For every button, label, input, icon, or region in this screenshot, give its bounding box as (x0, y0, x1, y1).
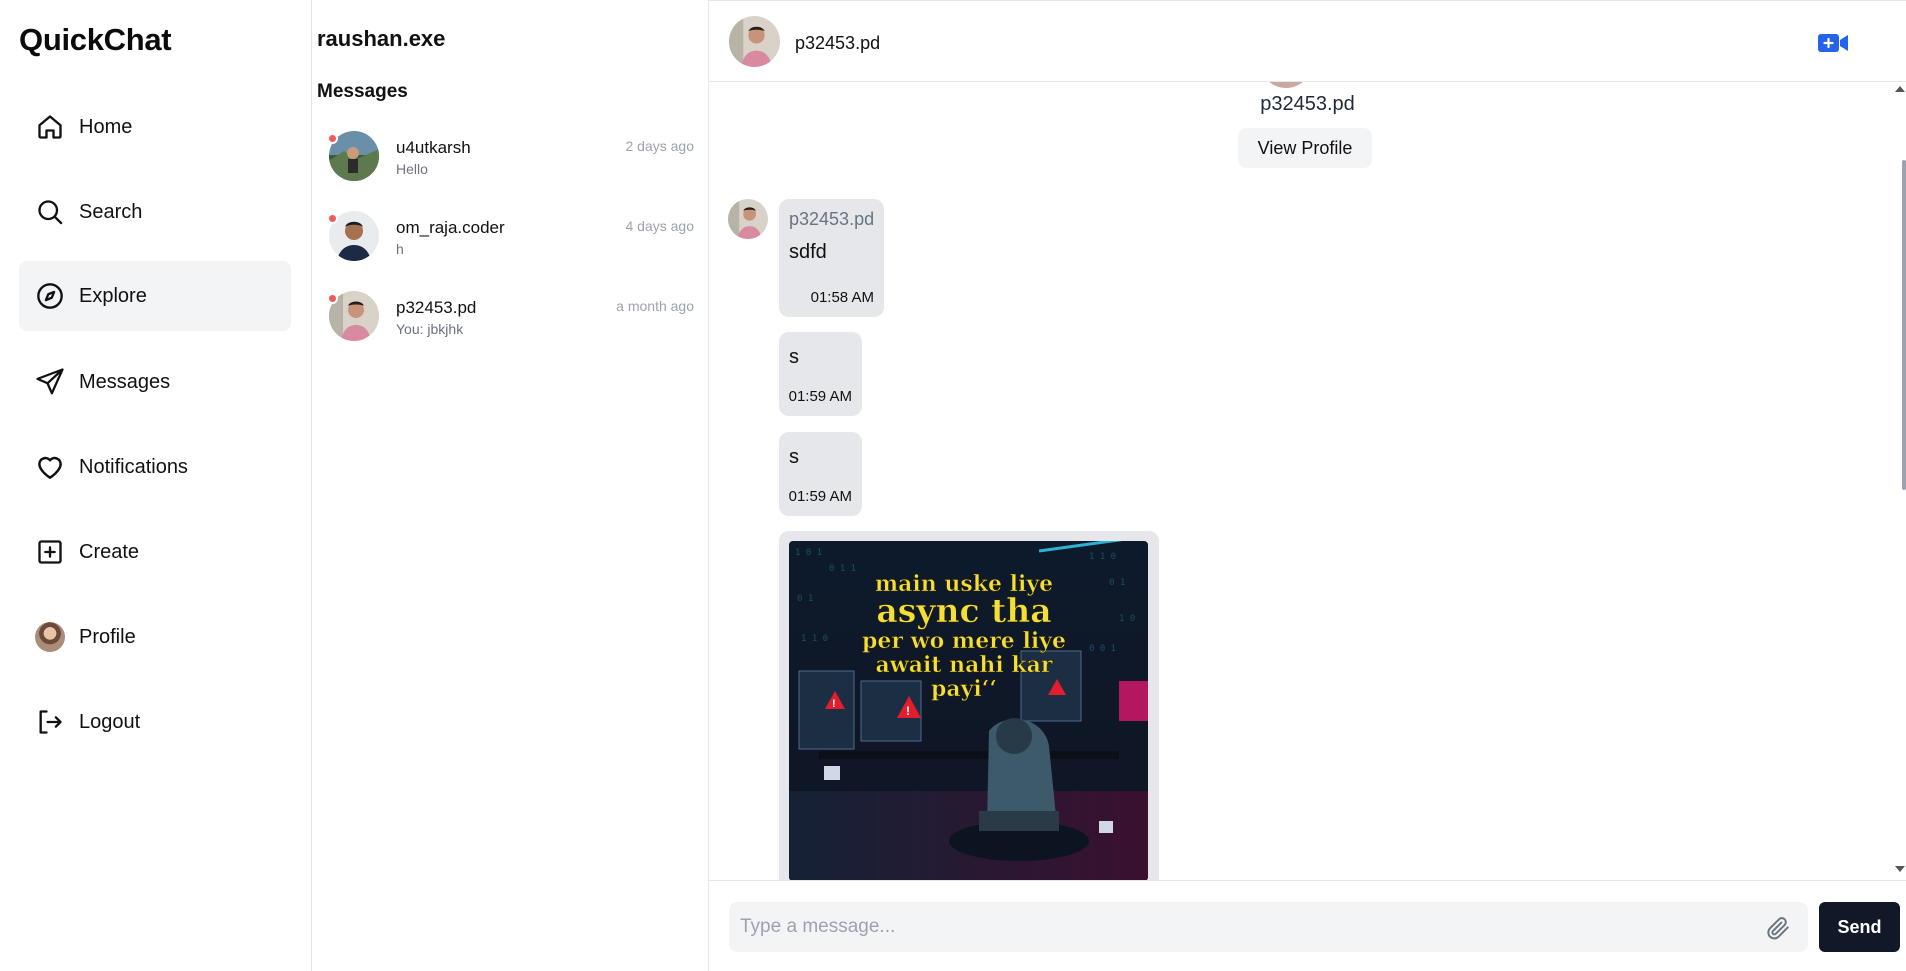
heart-icon (34, 451, 66, 483)
conversation-item[interactable]: u4utkarsh Hello 2 days ago (327, 131, 698, 197)
profile-avatar (1260, 82, 1312, 88)
message-text: s (789, 346, 799, 368)
profile-name: p32453.pd (1260, 93, 1355, 115)
logout-icon (34, 706, 66, 738)
profile-avatar (34, 621, 66, 653)
meme-image-graphic: 1 0 1 0 1 1 1 1 0 0 1 0 1 1 0 1 1 0 0 0 1 ! ! (789, 541, 1148, 880)
sidebar-nav: QuickChat Home Search Explore Messages N… (0, 0, 312, 971)
avatar (35, 622, 65, 652)
svg-text:1 0 1: 1 0 1 (795, 548, 822, 558)
conversation-name: u4utkarsh (396, 138, 471, 157)
brand-logo[interactable]: QuickChat (19, 22, 172, 58)
sidebar-item-notifications[interactable]: Notifications (19, 432, 291, 502)
compass-icon (34, 280, 66, 312)
sidebar-item-home[interactable]: Home (19, 92, 291, 162)
meme-text-line: await nahi kar (876, 652, 1053, 678)
scroll-down-arrow-icon[interactable] (1895, 866, 1905, 872)
sidebar-item-label: Create (79, 540, 140, 563)
sidebar-item-search[interactable]: Search (19, 177, 291, 247)
meme-image: 1 0 1 0 1 1 1 1 0 0 1 0 1 1 0 1 1 0 0 0 1 ! ! (789, 541, 1148, 880)
sidebar-item-label: Profile (79, 625, 136, 648)
current-username: raushan.exe (317, 26, 446, 51)
sidebar-item-logout[interactable]: Logout (19, 687, 291, 757)
svg-text:0 1 1: 0 1 1 (829, 564, 856, 574)
scroll-up-arrow-icon[interactable] (1895, 86, 1905, 92)
sidebar-item-label: Explore (79, 284, 147, 307)
message-bubble: s 01:59 AM (779, 332, 862, 416)
conversation-last-message: You: jbkjhk (396, 321, 464, 337)
sidebar-item-label: Notifications (79, 455, 188, 478)
plus-square-icon (34, 536, 66, 568)
sidebar-item-profile[interactable]: Profile (19, 602, 291, 672)
avatar (728, 199, 768, 239)
meme-text-line: payi‘‘ (931, 676, 997, 702)
svg-text:!: ! (906, 704, 910, 718)
message-time: 01:59 AM (788, 388, 852, 405)
sidebar-item-label: Home (79, 115, 133, 138)
conversation-time: 4 days ago (625, 218, 695, 234)
message-text: sdfd (789, 241, 827, 263)
paperclip-icon[interactable] (1765, 915, 1791, 941)
image-message[interactable]: 1 0 1 0 1 1 1 1 0 0 1 0 1 1 0 1 1 0 0 0 1 ! ! (779, 531, 1159, 880)
svg-text:0 0 1: 0 0 1 (1089, 644, 1116, 654)
conversation-item[interactable]: om_raja.coder h 4 days ago (327, 211, 698, 277)
messages-heading: Messages (317, 81, 408, 102)
svg-text:0 1: 0 1 (797, 594, 813, 604)
sidebar-item-label: Search (79, 200, 143, 223)
meme-text-line: async tha (876, 591, 1051, 630)
conversation-time: 2 days ago (625, 138, 695, 154)
chat-panel: p32453.pd p32453.pd View Profile p32453.… (709, 0, 1906, 971)
view-profile-button[interactable]: View Profile (1238, 128, 1372, 168)
svg-text:1 1 0: 1 1 0 (1089, 552, 1116, 562)
message-sender: p32453.pd (789, 209, 875, 229)
sidebar-item-messages[interactable]: Messages (19, 347, 291, 417)
conversation-name: p32453.pd (396, 298, 477, 317)
svg-text:1 0: 1 0 (1119, 614, 1135, 624)
send-icon (34, 366, 66, 398)
message-input[interactable] (729, 902, 1808, 952)
conversation-name: om_raja.coder (396, 218, 505, 237)
sidebar-item-label: Messages (79, 370, 171, 393)
video-call-icon[interactable] (1817, 31, 1849, 55)
svg-text:!: ! (832, 698, 836, 710)
chat-header: p32453.pd (709, 0, 1906, 82)
meme-text-line: per wo mere liye (862, 628, 1066, 654)
conversation-item[interactable]: p32453.pd You: jbkjhk a month ago (327, 291, 698, 357)
unread-indicator (327, 133, 338, 144)
search-icon (34, 196, 66, 228)
svg-text:1 1 0: 1 1 0 (801, 634, 828, 644)
message-time: 01:59 AM (788, 488, 852, 505)
home-icon (34, 111, 66, 143)
svg-text:0 1: 0 1 (1109, 578, 1125, 588)
unread-indicator (327, 213, 338, 224)
conversation-last-message: Hello (396, 161, 428, 177)
conversation-last-message: h (396, 241, 404, 257)
sidebar-item-explore[interactable]: Explore (19, 261, 291, 331)
message-time: 01:58 AM (810, 289, 874, 306)
messages-scroll-area[interactable]: p32453.pd View Profile p32453.pd sdfd 01… (709, 82, 1906, 880)
quickchat-app: QuickChat Home Search Explore Messages N… (0, 0, 1906, 971)
scrollbar-thumb[interactable] (1902, 160, 1906, 490)
unread-indicator (327, 293, 338, 304)
conversation-time: a month ago (616, 298, 694, 314)
chat-scrollbar[interactable] (1902, 82, 1906, 880)
chat-partner-name[interactable]: p32453.pd (795, 33, 880, 54)
avatar[interactable] (729, 16, 780, 67)
conversations-panel: raushan.exe Messages u4utkarsh Hello 2 d… (312, 0, 709, 971)
sidebar-item-label: Logout (79, 710, 141, 733)
sidebar-item-create[interactable]: Create (19, 517, 291, 587)
message-bubble: s 01:59 AM (779, 432, 862, 516)
message-text: s (789, 446, 799, 468)
message-bubble: p32453.pd sdfd 01:58 AM (779, 199, 884, 317)
message-composer: Send (709, 880, 1906, 971)
send-button[interactable]: Send (1819, 902, 1900, 952)
